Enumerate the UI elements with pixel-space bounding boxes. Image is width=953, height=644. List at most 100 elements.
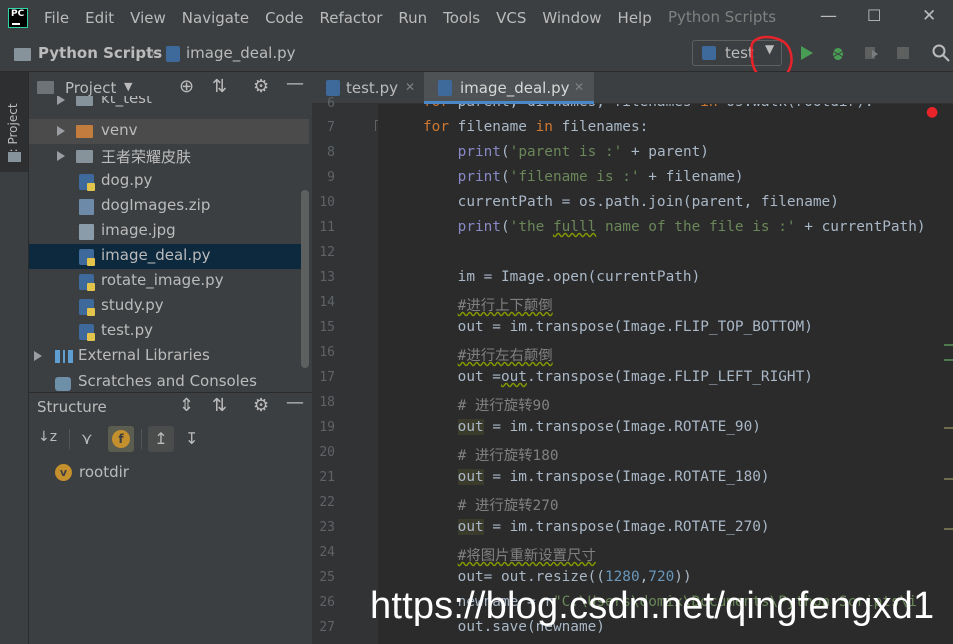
- line-number: 22: [319, 495, 335, 510]
- scroll-marker: [944, 359, 953, 361]
- code-line: currentPath = os.path.join(parent, filen…: [423, 194, 839, 210]
- debug-bug-icon[interactable]: [827, 43, 849, 63]
- tree-item-image-jpg[interactable]: image.jpg: [29, 219, 309, 244]
- code-line: #进行左右颠倒: [457, 348, 553, 364]
- tab-label: test.py: [346, 79, 398, 97]
- tree-item-study-py[interactable]: study.py: [29, 294, 309, 319]
- tree-item-test-py[interactable]: test.py: [29, 319, 309, 344]
- close-tab-icon[interactable]: ✕: [574, 80, 584, 94]
- python-file-icon: [326, 80, 340, 96]
- expand-arrow-icon[interactable]: [57, 96, 65, 105]
- tree-item-label: image_deal.py: [101, 246, 211, 264]
- python-file-icon: [79, 274, 95, 291]
- line-number: 16: [319, 345, 335, 360]
- collapse-all-icon[interactable]: ⇅: [212, 395, 227, 416]
- collapse-all-icon[interactable]: ⇅: [212, 76, 227, 97]
- editor-tab-bar: test.py ✕ image_deal.py ✕: [312, 72, 953, 104]
- structure-item-label: rootdir: [79, 463, 129, 481]
- tree-item-kt-test[interactable]: kt_test: [29, 96, 309, 112]
- expand-arrow-icon[interactable]: [57, 126, 65, 136]
- scroll-marker: [944, 344, 953, 346]
- tree-item-image-deal-py[interactable]: image_deal.py: [29, 244, 309, 269]
- line-number: 25: [319, 570, 335, 585]
- tree-item-dog-py[interactable]: dog.py: [29, 169, 309, 194]
- gear-icon[interactable]: ⚙: [253, 76, 269, 97]
- structure-item-rootdir[interactable]: v rootdir: [55, 461, 295, 485]
- line-number: 14: [319, 295, 335, 310]
- folder-icon: [76, 150, 93, 163]
- locate-crosshair-icon[interactable]: ⊕: [179, 76, 194, 97]
- structure-panel: Structure ⇕ ⇅ ⚙ — ↓z ⋎ f ↥ ↧ v rootdir: [29, 392, 312, 644]
- run-icon[interactable]: [797, 43, 817, 63]
- code-line: out= out.resize((1280,720)): [423, 569, 692, 585]
- code-line: # 进行旋转270: [457, 498, 559, 514]
- tree-item-label: rotate_image.py: [101, 271, 224, 289]
- hide-panel-icon[interactable]: —: [286, 392, 304, 413]
- line-number-gutter: 6 7 8 9 10 11 12 13 14 15 16 17 18 19 20…: [312, 96, 384, 644]
- structure-panel-title: Structure: [37, 398, 107, 416]
- code-line: print('the fulll name of the file is :' …: [457, 219, 926, 235]
- code-line: # 进行旋转90: [457, 398, 550, 414]
- tree-item-label: External Libraries: [78, 346, 210, 364]
- tab-image-deal-py[interactable]: image_deal.py ✕: [424, 72, 594, 104]
- zip-file-icon: [79, 199, 94, 215]
- error-marker-icon[interactable]: ●: [926, 104, 938, 124]
- toolbar-divider: [141, 429, 142, 449]
- stop-icon[interactable]: [893, 43, 913, 63]
- tree-item-label: Scratches and Consoles: [78, 372, 257, 390]
- tree-item-scratches[interactable]: Scratches and Consoles: [29, 369, 309, 392]
- tree-item-external-libraries[interactable]: External Libraries: [29, 344, 309, 369]
- autoscroll-to-source-icon[interactable]: ↥: [148, 426, 174, 452]
- sort-alphabetically-icon[interactable]: ↓z: [38, 429, 57, 445]
- autoscroll-from-source-icon[interactable]: ↧: [185, 429, 198, 448]
- project-folder-icon: [8, 152, 21, 162]
- project-panel-title[interactable]: Project: [65, 79, 116, 97]
- tree-item-label: study.py: [101, 296, 164, 314]
- line-number: 17: [319, 370, 335, 385]
- code-line: out = im.transpose(Image.FLIP_TOP_BOTTOM…: [423, 319, 813, 335]
- gear-icon[interactable]: ⚙: [253, 395, 269, 416]
- line-number: 10: [319, 195, 335, 210]
- watermark-text: https://blog.csdn.net/qingfengxd1: [370, 585, 935, 627]
- scratch-icon: [55, 377, 71, 391]
- show-fields-toggle[interactable]: f: [108, 426, 134, 452]
- expand-arrow-icon[interactable]: [34, 351, 42, 361]
- code-line: # 进行旋转180: [457, 448, 559, 464]
- line-number: 11: [319, 220, 335, 235]
- coverage-icon[interactable]: [860, 43, 882, 63]
- hide-panel-icon[interactable]: —: [286, 73, 304, 94]
- line-number: 6: [327, 96, 335, 111]
- library-icon: [55, 350, 73, 363]
- code-line: for filename in filenames:: [423, 119, 649, 135]
- expand-all-icon[interactable]: ⇕: [179, 395, 194, 416]
- python-file-icon: [79, 299, 95, 316]
- line-number: 26: [319, 595, 335, 610]
- python-file-icon: [438, 80, 452, 96]
- tree-item-label: venv: [101, 121, 138, 139]
- project-scrollbar[interactable]: [301, 190, 309, 368]
- tree-item-folder-skins[interactable]: 王者荣耀皮肤: [29, 144, 309, 169]
- close-tab-icon[interactable]: ✕: [405, 80, 415, 94]
- tree-item-rotate-image-py[interactable]: rotate_image.py: [29, 269, 309, 294]
- scroll-marker: [944, 528, 953, 530]
- code-editor[interactable]: for parent, dirnames, filenames in os.wa…: [378, 104, 953, 644]
- python-file-icon: [79, 174, 95, 191]
- expand-arrow-icon[interactable]: [57, 151, 65, 161]
- chevron-down-icon[interactable]: ▼: [124, 80, 132, 93]
- tree-item-label: dogImages.zip: [101, 196, 211, 214]
- tree-item-label: dog.py: [101, 171, 153, 189]
- code-line: out = im.transpose(Image.ROTATE_90): [457, 419, 761, 435]
- line-number: 7: [327, 120, 335, 135]
- tree-item-dogimages-zip[interactable]: dogImages.zip: [29, 194, 309, 219]
- code-line: out = im.transpose(Image.ROTATE_180): [457, 469, 770, 485]
- line-number: 9: [327, 170, 335, 185]
- tree-item-venv[interactable]: venv: [29, 119, 309, 144]
- code-line: out =out.transpose(Image.FLIP_LEFT_RIGHT…: [423, 369, 813, 385]
- line-number: 24: [319, 545, 335, 560]
- project-view-icon: [37, 81, 54, 94]
- project-tool-tab[interactable]: 1: Project: [0, 72, 28, 172]
- line-number: 18: [319, 395, 335, 410]
- code-line: #将图片重新设置尺寸: [457, 548, 596, 564]
- search-icon[interactable]: [930, 42, 952, 64]
- show-inherited-icon[interactable]: ⋎: [81, 429, 93, 448]
